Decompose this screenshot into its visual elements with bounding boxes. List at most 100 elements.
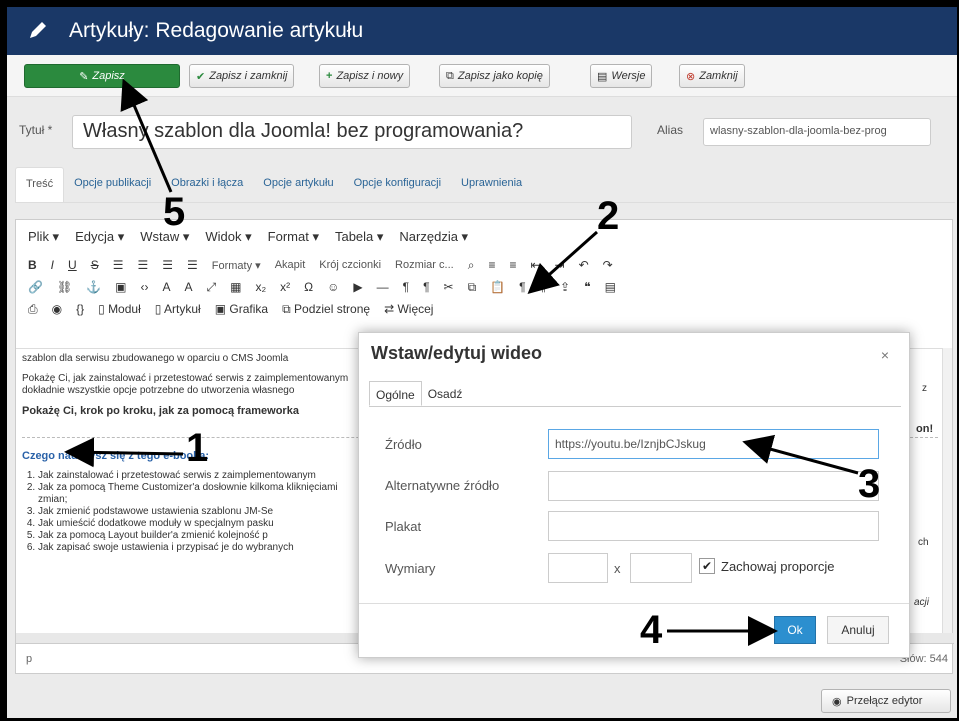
cut-icon[interactable]: ✂ [444, 280, 454, 294]
source-icon[interactable]: {} [76, 302, 84, 316]
rtl-icon[interactable]: ¶ [423, 280, 429, 294]
hr-icon[interactable]: — [377, 280, 389, 294]
outdent-icon[interactable]: ⇤ [530, 258, 540, 272]
align-left-icon[interactable]: ☰ [113, 258, 124, 272]
annotation-number-2: 2 [597, 194, 620, 238]
preview-icon[interactable]: ◉ [52, 302, 62, 316]
keep-ratio-checkbox[interactable]: ✔ [699, 558, 715, 574]
bold-icon[interactable]: B [28, 258, 37, 272]
menu-format[interactable]: Format ▾ [268, 229, 319, 245]
alias-input[interactable]: wlasny-szablon-dla-joomla-bez-prog [703, 118, 931, 146]
close-button[interactable]: ⊗ Zamknij [679, 64, 745, 88]
font-family-dropdown[interactable]: Krój czcionki [319, 259, 381, 271]
tab-article-options[interactable]: Opcje artykułu [253, 167, 343, 203]
font-size-dropdown[interactable]: Rozmiar c... [395, 259, 454, 271]
link-icon[interactable]: 🔗 [28, 280, 43, 294]
poster-label: Plakat [385, 519, 422, 534]
ltr-icon[interactable]: ¶ [403, 280, 409, 294]
readmore-button[interactable]: ⇄ Więcej [384, 302, 433, 316]
table-icon[interactable]: ▦ [230, 280, 241, 294]
save-close-button[interactable]: ✔ Zapisz i zamknij [189, 64, 295, 88]
tab-content[interactable]: Treść [15, 167, 65, 203]
text-color-icon[interactable]: A [162, 280, 170, 294]
module-button[interactable]: ▯ Moduł [98, 302, 141, 316]
vertical-scrollbar[interactable] [942, 348, 952, 633]
anchor-icon[interactable]: ⚓ [86, 280, 101, 294]
toggle-editor-button[interactable]: ◉ Przełącz edytor [821, 689, 951, 713]
article-button[interactable]: ▯ Artykuł [155, 302, 201, 316]
width-input[interactable] [548, 553, 608, 583]
align-right-icon[interactable]: ☰ [162, 258, 173, 272]
underline-icon[interactable]: U [68, 258, 77, 272]
save-copy-button[interactable]: ⧉ Zapisz jako kopię [439, 64, 550, 88]
menu-view[interactable]: Widok ▾ [205, 229, 251, 245]
bullet-list-icon[interactable]: ≡ [488, 258, 495, 272]
save-new-button[interactable]: + Zapisz i nowy [319, 64, 411, 88]
ok-button[interactable]: Ok [774, 616, 816, 644]
pagebreak-button[interactable]: ⧉ Podziel stronę [282, 302, 370, 317]
superscript-icon[interactable]: x² [280, 280, 290, 294]
paragraph-dropdown[interactable]: Akapit [275, 259, 306, 271]
copy-icon[interactable]: ⧉ [468, 280, 477, 295]
strikethrough-icon[interactable]: S [91, 258, 99, 272]
page-header: Artykuły: Redagowanie artykułu [7, 7, 957, 55]
menu-tools[interactable]: Narzędzia ▾ [399, 229, 468, 245]
template-icon[interactable]: ▤ [605, 280, 616, 294]
video-icon[interactable]: ▶ [353, 280, 362, 294]
close-icon[interactable]: × [881, 347, 889, 363]
pilcrow-icon[interactable]: ¶ [519, 280, 525, 294]
menu-table[interactable]: Tabela ▾ [335, 229, 383, 245]
save-button[interactable]: ✎ Zapisz [24, 64, 180, 88]
eye-icon: ◉ [832, 695, 842, 708]
versions-label: Wersje [611, 70, 646, 82]
align-center-icon[interactable]: ☰ [137, 258, 148, 272]
fullscreen-icon[interactable]: ⤢ [207, 280, 217, 295]
tab-permissions[interactable]: Uprawnienia [451, 167, 532, 203]
cancel-button[interactable]: Anuluj [827, 616, 889, 644]
alt-source-input[interactable] [548, 471, 879, 501]
paste-icon[interactable]: 📋 [490, 280, 505, 294]
menu-file[interactable]: Plik ▾ [28, 229, 59, 245]
image-icon[interactable]: ▣ [115, 280, 126, 294]
annotation-number-1: 1 [186, 426, 209, 470]
tab-embed[interactable]: Osadź [422, 381, 469, 406]
emoticon-icon[interactable]: ☺ [327, 280, 339, 294]
poster-input[interactable] [548, 511, 879, 541]
upload-icon[interactable]: ⇪ [560, 280, 570, 294]
content-fragment: z [922, 383, 927, 394]
readmore-label: Więcej [397, 302, 434, 316]
tab-general[interactable]: Ogólne [369, 381, 422, 406]
tab-divider [15, 202, 955, 203]
italic-icon[interactable]: I [51, 258, 54, 272]
versions-button[interactable]: ▤ Wersje [590, 64, 653, 88]
image-button[interactable]: ▣ Grafika [215, 302, 268, 316]
tab-publishing[interactable]: Opcje publikacji [64, 167, 161, 203]
indent-icon[interactable]: ⇥ [555, 258, 565, 272]
alt-source-label: Alternatywne źródło [385, 478, 500, 493]
element-path[interactable]: p [26, 653, 32, 665]
bg-color-icon[interactable]: A [185, 280, 193, 294]
undo-icon[interactable]: ↶ [579, 258, 589, 272]
code-icon[interactable]: ‹› [140, 280, 148, 294]
formats-dropdown[interactable]: Formaty ▾ [212, 259, 261, 272]
align-justify-icon[interactable]: ☰ [187, 258, 198, 272]
title-input[interactable]: Własny szablon dla Joomla! bez programow… [72, 115, 632, 149]
print-icon[interactable]: ⎙ [28, 302, 38, 317]
module-label: Moduł [108, 302, 141, 316]
blocks-icon[interactable]: ¶ [540, 280, 546, 294]
find-replace-icon[interactable]: ⌕ [468, 258, 475, 273]
toggle-editor-label: Przełącz edytor [846, 695, 923, 707]
numbered-list-icon[interactable]: ≡ [509, 258, 516, 272]
menu-edit[interactable]: Edycja ▾ [75, 229, 124, 245]
source-input[interactable]: https://youtu.be/IznjbCJskug [548, 429, 879, 459]
special-char-icon[interactable]: Ω [304, 280, 313, 294]
height-input[interactable] [630, 553, 692, 583]
quote-icon[interactable]: ❝ [584, 280, 590, 294]
unlink-icon[interactable]: ⛓ [57, 280, 72, 294]
subscript-icon[interactable]: x₂ [255, 280, 266, 294]
close-label: Zamknij [699, 70, 738, 82]
edit-icon: ✎ [79, 70, 89, 83]
image-label: Grafika [229, 302, 269, 316]
tab-config-options[interactable]: Opcje konfiguracji [344, 167, 451, 203]
redo-icon[interactable]: ↷ [603, 258, 613, 272]
